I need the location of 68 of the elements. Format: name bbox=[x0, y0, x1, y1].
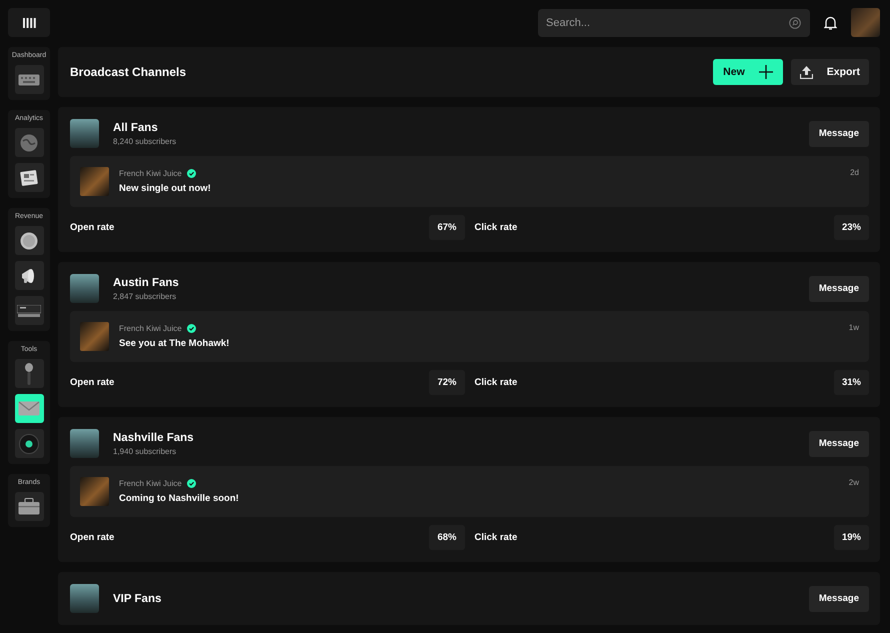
stat-value: 68% bbox=[429, 525, 464, 550]
sidebar-item[interactable] bbox=[14, 261, 44, 290]
sender-photo-placeholder bbox=[80, 167, 109, 196]
message-time: 2w bbox=[848, 478, 859, 487]
envelope-icon bbox=[18, 401, 40, 416]
sender-name: French Kiwi Juice bbox=[119, 479, 182, 488]
message-text: Coming to Nashville soon! bbox=[119, 493, 240, 504]
stat-label: Click rate bbox=[474, 377, 518, 388]
sidebar-item[interactable] bbox=[14, 359, 44, 388]
page-title: Broadcast Channels bbox=[70, 65, 188, 79]
stat-label: Click rate bbox=[474, 222, 518, 233]
message-preview[interactable]: French Kiwi Juice Coming to Nashville soon! 2w bbox=[70, 466, 869, 517]
new-button[interactable]: New bbox=[713, 59, 783, 85]
channel-photo-placeholder bbox=[70, 119, 99, 148]
stat-value: 67% bbox=[429, 215, 464, 240]
globe-icon bbox=[20, 134, 38, 152]
channel-name: All Fans bbox=[113, 122, 159, 134]
bell-icon[interactable] bbox=[824, 16, 837, 30]
message-preview[interactable]: French Kiwi Juice New single out now! 2d bbox=[70, 156, 869, 207]
search-field[interactable]: Search... bbox=[538, 8, 810, 36]
message-button[interactable]: Message bbox=[808, 586, 869, 612]
message-button[interactable]: Message bbox=[808, 276, 869, 302]
subscriber-count: 1,940 subscribers bbox=[113, 446, 178, 456]
newspaper-icon bbox=[20, 170, 38, 186]
logo-tile[interactable] bbox=[8, 8, 50, 37]
sidebar-item[interactable] bbox=[14, 226, 44, 255]
device-icon bbox=[17, 304, 41, 316]
sidebar-item[interactable] bbox=[14, 394, 44, 423]
stat-label: Open rate bbox=[70, 377, 114, 388]
channel-photo-placeholder bbox=[70, 429, 99, 458]
sender-name: French Kiwi Juice bbox=[119, 169, 182, 178]
message-button[interactable]: Message bbox=[808, 430, 869, 456]
message-time: 2d bbox=[850, 168, 859, 177]
logo-icon bbox=[22, 18, 36, 28]
stat-value: 23% bbox=[834, 215, 869, 240]
search-icon bbox=[789, 16, 801, 28]
sidebar-item[interactable] bbox=[14, 492, 44, 521]
channel-name: Nashville Fans bbox=[113, 432, 195, 444]
channel-photo-placeholder bbox=[70, 584, 99, 613]
channel-name: Austin Fans bbox=[113, 276, 180, 288]
stat-label: Open rate bbox=[70, 532, 114, 543]
vinyl-record-icon bbox=[19, 434, 39, 454]
sender-photo-placeholder bbox=[80, 477, 109, 506]
upload-icon bbox=[800, 66, 813, 78]
sender-name: French Kiwi Juice bbox=[119, 324, 182, 333]
stat-value: 72% bbox=[429, 370, 464, 395]
stat-label: Open rate bbox=[70, 222, 114, 233]
message-preview[interactable]: French Kiwi Juice See you at The Mohawk! 1w bbox=[70, 311, 869, 362]
message-text: See you at The Mohawk! bbox=[119, 338, 230, 349]
briefcase-icon bbox=[18, 498, 40, 515]
message-button[interactable]: Message bbox=[808, 120, 869, 146]
sidebar-item[interactable] bbox=[14, 429, 44, 458]
keyboard-icon bbox=[18, 74, 40, 86]
subscriber-count: 2,847 subscribers bbox=[113, 292, 178, 300]
message-time: 1w bbox=[848, 323, 859, 332]
sender-photo-placeholder bbox=[80, 322, 109, 351]
sidebar-item[interactable] bbox=[14, 163, 44, 192]
message-text: New single out now! bbox=[119, 183, 212, 194]
stat-value: 19% bbox=[834, 525, 869, 550]
stat-value: 31% bbox=[834, 370, 869, 395]
coin-icon bbox=[20, 232, 38, 250]
stat-label: Click rate bbox=[474, 532, 518, 543]
plus-icon bbox=[758, 65, 773, 79]
channel-photo-placeholder bbox=[70, 274, 99, 303]
export-button[interactable]: Export bbox=[790, 59, 869, 85]
channel-name: VIP Fans bbox=[113, 592, 162, 604]
microphone-icon bbox=[24, 362, 34, 384]
subscriber-count: 8,240 subscribers bbox=[113, 136, 178, 146]
